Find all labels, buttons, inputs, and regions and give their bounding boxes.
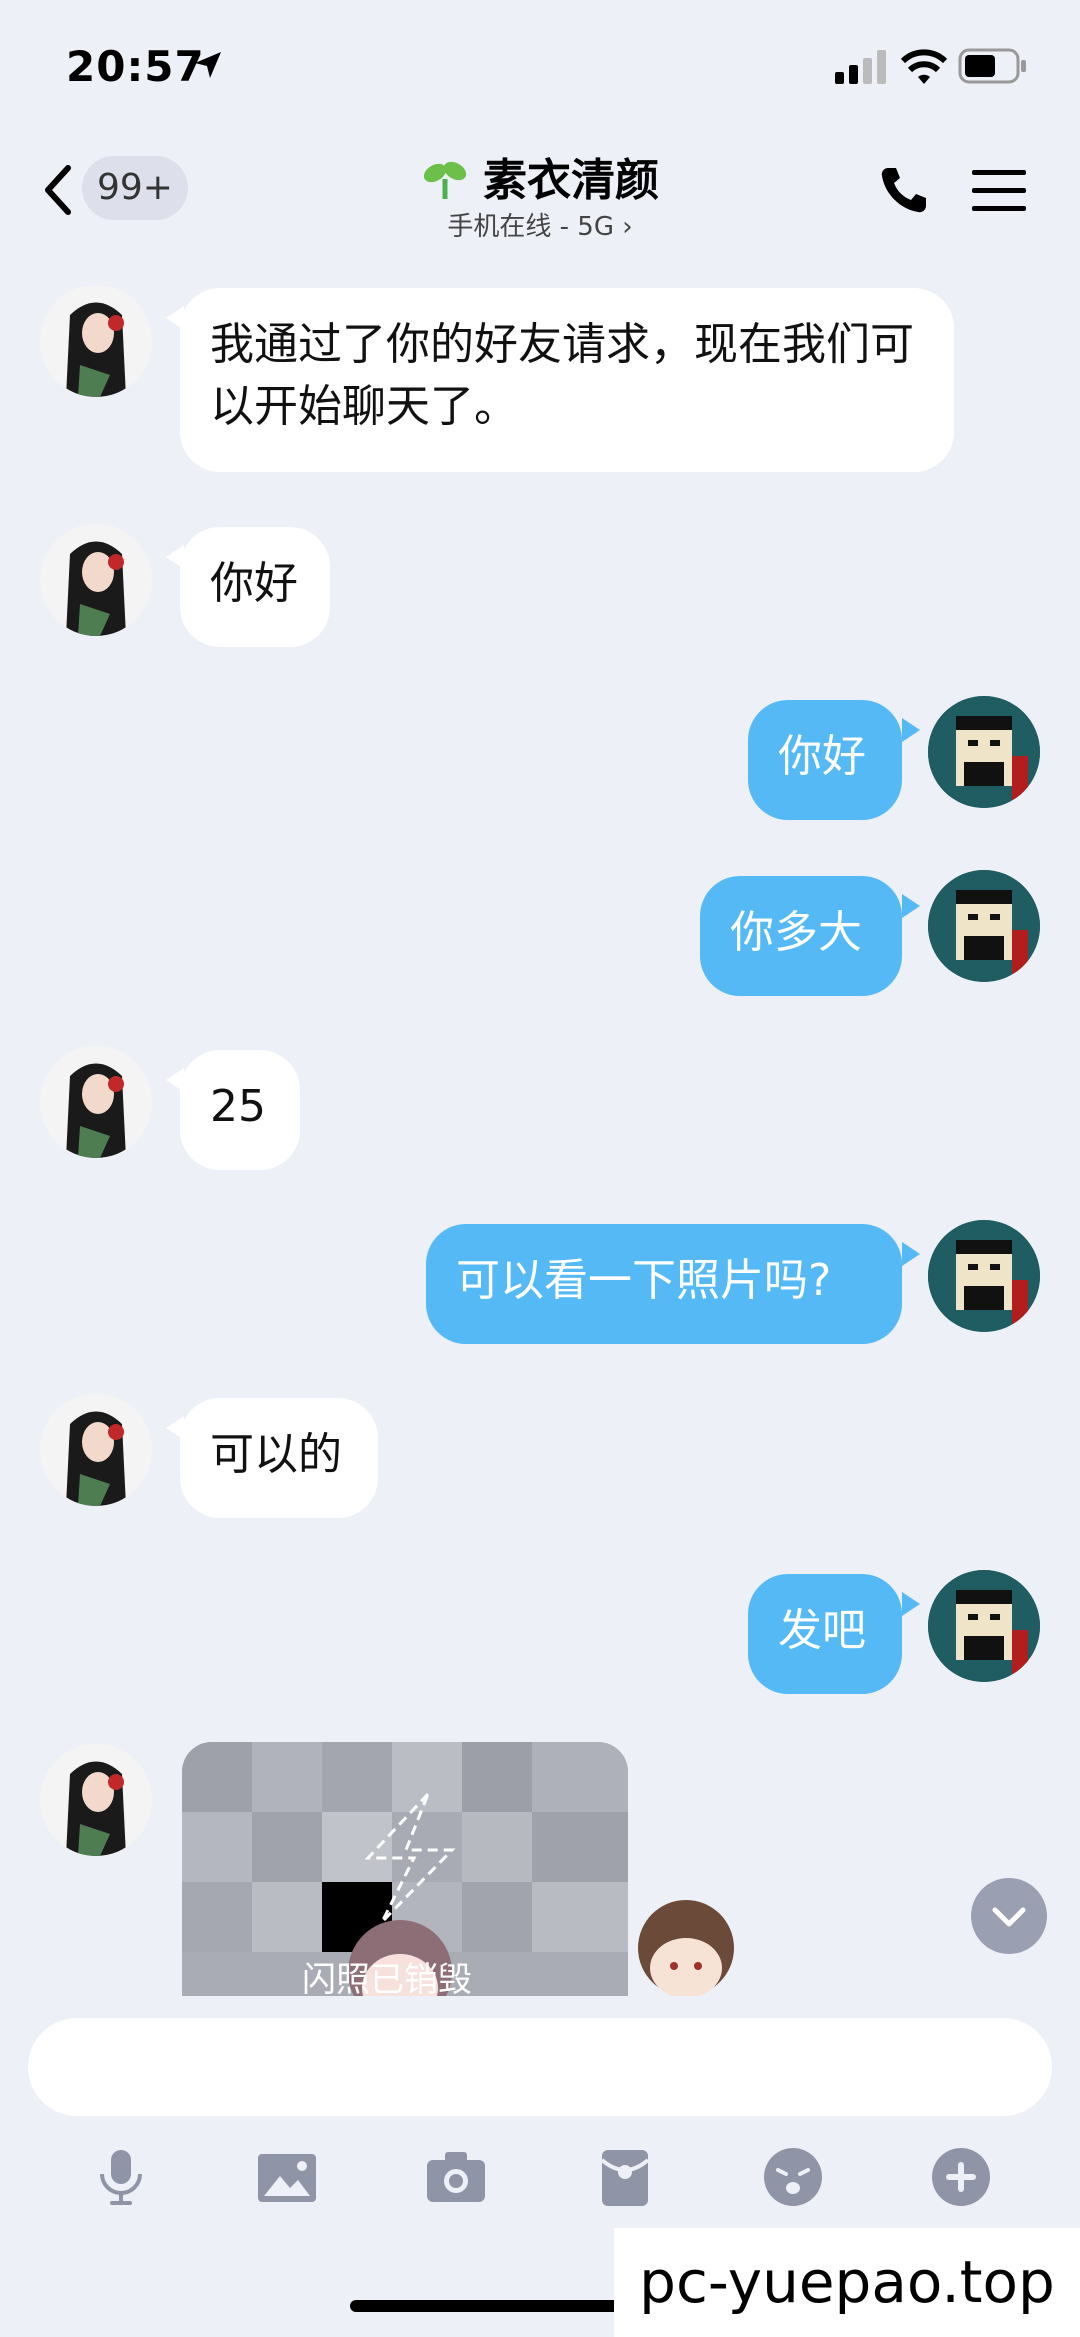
contact-name: 素衣清颜 [483,155,659,206]
contact-avatar[interactable] [40,1046,152,1158]
plus-icon[interactable] [930,2146,992,2208]
phone-icon[interactable] [878,164,930,216]
my-avatar[interactable] [928,870,1040,982]
battery-icon [958,48,1026,84]
chat-header: 99+ 素衣清颜 手机在线 - 5G › [0,130,1080,252]
contact-avatar[interactable] [40,285,152,397]
status-bar: 20:57 [0,0,1080,130]
emoji-icon[interactable] [762,2146,824,2208]
message-bubble[interactable]: 可以看一下照片吗? [426,1224,902,1344]
red-packet-icon[interactable] [594,2146,656,2208]
flash-photo-label: 闪照已销毁 [302,1960,472,2000]
my-avatar[interactable] [928,1220,1040,1332]
message-bubble[interactable]: 发吧 [748,1574,902,1694]
menu-icon[interactable] [972,168,1026,214]
my-avatar[interactable] [928,696,1040,808]
my-avatar[interactable] [928,1570,1040,1682]
message-input[interactable] [28,2018,1052,2116]
message-bubble[interactable]: 可以的 [180,1398,378,1518]
message-bubble[interactable]: 你好 [748,700,902,820]
chevron-down-icon [992,1907,1026,1927]
status-time: 20:57 [66,42,205,91]
image-icon[interactable] [256,2146,318,2208]
watermark: pc-yuepao.top [614,2228,1080,2337]
message-bubble[interactable]: 25 [180,1050,300,1170]
message-bubble[interactable]: 我通过了你的好友请求，现在我们可以开始聊天了。 [180,288,954,472]
contact-avatar[interactable] [40,524,152,636]
contact-avatar[interactable] [40,1394,152,1506]
microphone-icon[interactable] [90,2146,152,2208]
sprout-icon [423,161,467,199]
cellular-signal-icon [835,50,886,84]
camera-icon[interactable] [425,2146,487,2208]
message-bubble[interactable]: 你好 [180,527,330,647]
location-arrow-icon [195,52,221,78]
flash-photo-card[interactable]: 闪照已销毁 [182,1742,628,2002]
decorative-character-sticker [638,1900,734,1996]
message-bubble[interactable]: 你多大 [700,876,902,996]
wifi-icon [900,49,948,84]
contact-avatar[interactable] [40,1744,152,1856]
scroll-to-bottom-button[interactable] [971,1878,1047,1954]
